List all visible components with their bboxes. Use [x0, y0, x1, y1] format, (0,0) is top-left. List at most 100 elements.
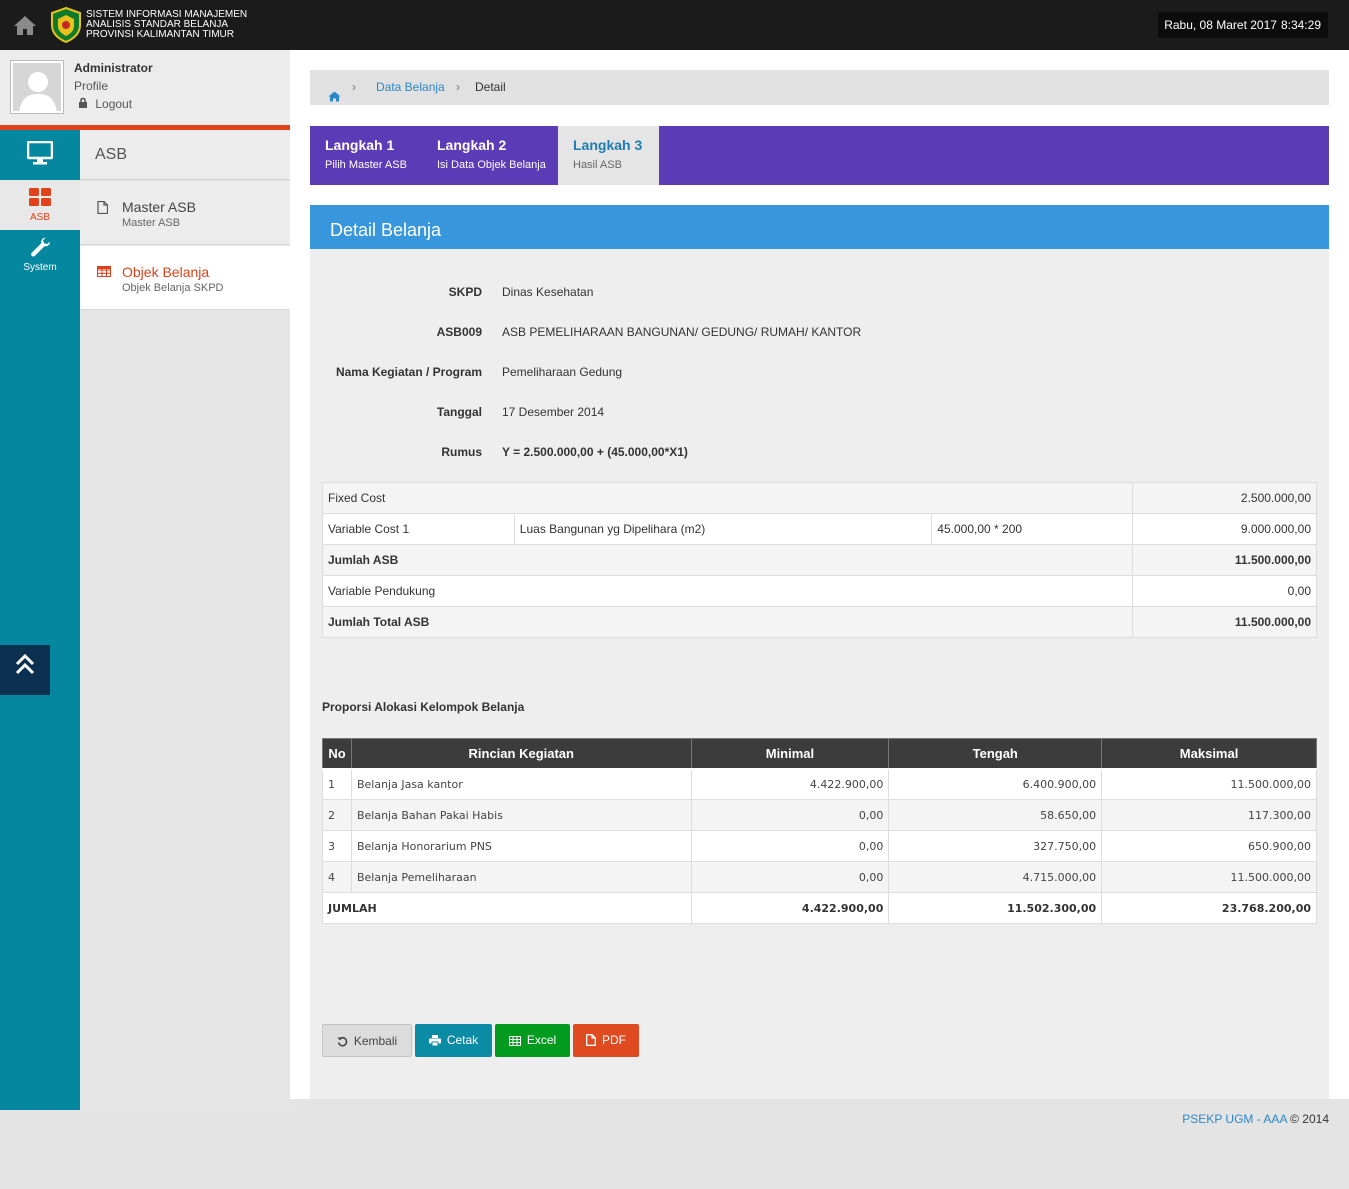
cell-no: 1 [322, 768, 352, 800]
step-subtitle: Hasil ASB [573, 159, 622, 171]
col-header: Maksimal [1101, 738, 1317, 770]
cell-max: 117.300,00 [1101, 799, 1317, 831]
excel-button[interactable]: Excel [495, 1024, 570, 1057]
step-1[interactable]: Langkah 1 Pilih Master ASB [310, 126, 422, 185]
submenu-item-label: Objek Belanja [122, 264, 210, 280]
chevron-right-icon: › [352, 80, 356, 94]
cell-value: 0,00 [1132, 575, 1317, 607]
cell-mid: 327.750,00 [888, 830, 1103, 862]
proporsi-table: No Rincian Kegiatan Minimal Tengah Maksi… [322, 738, 1317, 924]
cell-total-label: JUMLAH [322, 892, 692, 924]
logo-emblem-icon [50, 6, 82, 44]
submenu-title: ASB [80, 130, 290, 180]
table-row: 3 Belanja Honorarium PNS 0,00 327.750,00… [322, 830, 1317, 862]
table-row: Jumlah ASB 11.500.000,00 [321, 544, 1317, 576]
back-button[interactable]: Kembali [322, 1024, 412, 1057]
lock-icon [78, 97, 88, 111]
excel-label: Excel [526, 1033, 557, 1047]
table-row: Fixed Cost 2.500.000,00 [321, 482, 1317, 514]
submenu: ASB Master ASB Master ASB Objek Belanja … [80, 130, 290, 1110]
print-label: Cetak [446, 1033, 479, 1047]
field-value: 17 Desember 2014 [502, 405, 605, 419]
submenu-item-master-asb[interactable]: Master ASB Master ASB [80, 181, 290, 245]
logout-link[interactable]: Logout [78, 97, 132, 111]
submenu-item-objek-belanja[interactable]: Objek Belanja Objek Belanja SKPD [80, 246, 290, 310]
field-label: ASB009 [436, 325, 482, 339]
file-icon [97, 200, 109, 217]
cell-desc: Luas Bangunan yg Dipelihara (m2) [513, 513, 933, 545]
print-button[interactable]: Cetak [415, 1024, 492, 1057]
cell-name: Belanja Pemeliharaan [350, 861, 692, 893]
rail-system-label: System [23, 262, 57, 273]
cell-label: Fixed Cost [321, 482, 1134, 514]
wizard-steps: Langkah 1 Pilih Master ASB Langkah 2 Isi… [310, 126, 1329, 185]
field-label: Tanggal [436, 405, 482, 419]
footer-copyright: © 2014 [1290, 1112, 1329, 1126]
home-icon[interactable] [11, 12, 39, 38]
step-3-active[interactable]: Langkah 3 Hasil ASB [558, 126, 659, 185]
time-text: 8:34:29 [1280, 18, 1321, 32]
breadcrumb-link-data-belanja[interactable]: Data Belanja [376, 70, 445, 105]
grid-icon [29, 188, 51, 209]
print-icon [428, 1035, 441, 1047]
cell-mid: 4.715.000,00 [888, 861, 1103, 893]
cost-table: Fixed Cost 2.500.000,00 Variable Cost 1 … [321, 482, 1317, 638]
cell-name: Belanja Jasa kantor [350, 768, 692, 800]
breadcrumb: › Data Belanja › Detail [310, 70, 1329, 105]
table-row: Variable Pendukung 0,00 [321, 575, 1317, 607]
step-2[interactable]: Langkah 2 Isi Data Objek Belanja [422, 126, 558, 185]
logout-label: Logout [95, 97, 133, 111]
cell-label: Jumlah ASB [321, 544, 1134, 576]
field-value: ASB PEMELIHARAAN BANGUNAN/ GEDUNG/ RUMAH… [502, 325, 862, 339]
cell-mid: 58.650,00 [888, 799, 1103, 831]
detail-panel: Detail Belanja SKPD Dinas Kesehatan ASB0… [310, 205, 1329, 1099]
cell-no: 2 [322, 799, 352, 831]
cell-mid: 6.400.900,00 [888, 768, 1103, 800]
submenu-item-sublabel: Objek Belanja SKPD [122, 282, 224, 294]
chevron-right-icon: › [456, 80, 460, 94]
app-brand: SISTEM INFORMASI MANAJEMEN ANALISIS STAN… [86, 10, 247, 40]
cell-no: 4 [322, 861, 352, 893]
cell-name: Belanja Honorarium PNS [350, 830, 692, 862]
home-icon[interactable] [328, 81, 341, 116]
rail-dashboard[interactable] [0, 130, 80, 180]
breadcrumb-current: Detail [475, 80, 506, 94]
table-row: 4 Belanja Pemeliharaan 0,00 4.715.000,00… [322, 861, 1317, 893]
pdf-button[interactable]: PDF [573, 1024, 639, 1057]
profile-link[interactable]: Profile [74, 79, 108, 93]
excel-table-icon [508, 1036, 521, 1046]
cell-max: 650.900,00 [1101, 830, 1317, 862]
cell-max: 11.500.000,00 [1101, 861, 1317, 893]
col-header: Tengah [888, 738, 1103, 770]
date-text: Rabu, 08 Maret 2017 [1164, 18, 1277, 32]
panel-title: Detail Belanja [310, 205, 1329, 249]
cell-value: 11.500.000,00 [1132, 544, 1317, 576]
footer: PSEKP UGM - AAA © 2014 [1182, 1112, 1329, 1126]
cell-min: 4.422.900,00 [690, 768, 890, 800]
cell-max: 11.500.000,00 [1101, 768, 1317, 800]
user-name: Administrator [74, 61, 153, 75]
scroll-top-button[interactable] [0, 645, 50, 695]
chevron-up-double-icon [15, 653, 35, 679]
table-row: Jumlah Total ASB 11.500.000,00 [321, 606, 1317, 638]
rail-system[interactable]: System [0, 230, 80, 280]
top-bar: SISTEM INFORMASI MANAJEMEN ANALISIS STAN… [0, 0, 1349, 50]
cell-value: 2.500.000,00 [1132, 482, 1317, 514]
cell-label: Variable Cost 1 [322, 513, 515, 545]
cell-total-max: 23.768.200,00 [1101, 892, 1317, 924]
col-header: Rincian Kegiatan [350, 738, 692, 770]
step-title: Langkah 1 [325, 137, 395, 153]
cell-formula: 45.000,00 * 200 [931, 513, 1134, 545]
field-value: Y = 2.500.000,00 + (45.000,00*X1) [502, 445, 688, 459]
field-label: Nama Kegiatan / Program [335, 365, 482, 379]
brand-line-3: PROVINSI KALIMANTAN TIMUR [86, 29, 234, 40]
field-label: SKPD [448, 285, 482, 299]
cell-min: 0,00 [690, 861, 890, 893]
back-label: Kembali [353, 1034, 398, 1048]
step-title: Langkah 3 [573, 137, 643, 153]
rail-asb[interactable]: ASB [0, 180, 80, 230]
cell-total-mid: 11.502.300,00 [888, 892, 1103, 924]
footer-link[interactable]: PSEKP UGM - AAA [1182, 1112, 1286, 1126]
wrench-icon [30, 237, 52, 262]
field-value: Pemeliharaan Gedung [502, 365, 623, 379]
